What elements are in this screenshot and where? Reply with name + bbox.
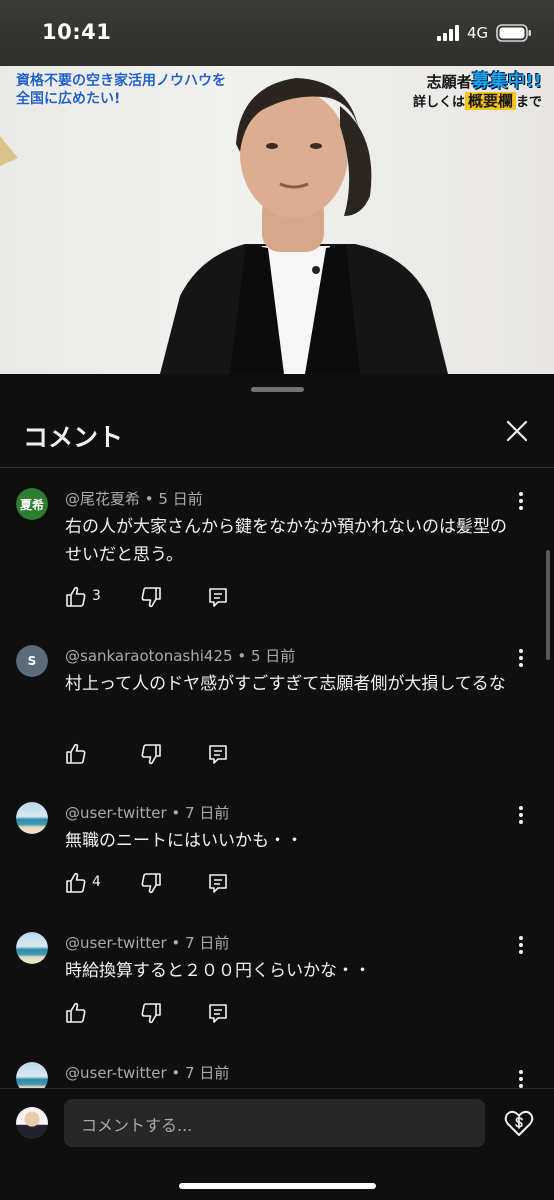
comment-author[interactable]: @尾花夏希 bbox=[65, 490, 140, 508]
avatar[interactable] bbox=[16, 802, 48, 834]
thumbs-down-icon bbox=[141, 873, 161, 894]
comment-meta: @sankaraotonashi425 • 5 日前 bbox=[65, 647, 296, 665]
comment-text: 右の人が大家さんから鍵をなかなか預かれないのは髪型のせいだと思う。 bbox=[65, 517, 507, 565]
avatar[interactable] bbox=[16, 932, 48, 964]
avatar-initials: S bbox=[16, 645, 48, 677]
recruit-prefix: 志願者 bbox=[426, 73, 472, 91]
comment-author[interactable]: @user-twitter bbox=[65, 934, 167, 952]
network-type: 4G bbox=[467, 24, 489, 42]
super-thanks-icon[interactable] bbox=[503, 1107, 535, 1139]
more-vert-icon[interactable] bbox=[511, 647, 531, 669]
recruit-highlight: 募集中!! bbox=[471, 71, 542, 92]
like-count: 4 bbox=[92, 874, 101, 890]
video-player[interactable]: 資格不要の空き家活用ノウハウを 全国に広めたい! 志願者募集中!! 詳しくは 概要… bbox=[0, 66, 554, 374]
recruit-line2-prefix: 詳しくは bbox=[412, 95, 465, 110]
reply-icon bbox=[209, 874, 227, 893]
recruit-line2-highlight: 概要欄 bbox=[464, 92, 516, 110]
comment-text: 村上って人のドヤ感がすごすぎて志願者側が大損してるな bbox=[65, 674, 506, 694]
more-vert-icon[interactable] bbox=[511, 934, 531, 956]
like-button[interactable] bbox=[65, 1002, 87, 1024]
avatar-image bbox=[16, 802, 48, 834]
comment-age: 7 日前 bbox=[185, 804, 230, 822]
comment-input[interactable]: コメントする... bbox=[64, 1099, 485, 1147]
comment-meta: @user-twitter • 7 日前 bbox=[65, 1064, 230, 1082]
dislike-button[interactable] bbox=[140, 1002, 162, 1024]
reply-button[interactable] bbox=[207, 872, 229, 894]
comment-age: 5 日前 bbox=[158, 490, 203, 508]
comment-meta: @user-twitter • 7 日前 bbox=[65, 804, 230, 822]
reply-icon bbox=[209, 745, 227, 764]
like-count: 3 bbox=[92, 588, 101, 604]
more-vert-icon[interactable] bbox=[511, 1068, 531, 1090]
comment-age: 7 日前 bbox=[185, 934, 230, 952]
reply-button[interactable] bbox=[207, 586, 229, 608]
comment-input-placeholder: コメントする... bbox=[81, 1116, 193, 1135]
thumbs-down-icon bbox=[141, 587, 161, 608]
avatar-image bbox=[16, 932, 48, 964]
dislike-button[interactable] bbox=[140, 872, 162, 894]
reply-button[interactable] bbox=[207, 743, 229, 765]
comment-meta: @user-twitter • 7 日前 bbox=[65, 934, 230, 952]
scrollbar[interactable] bbox=[546, 550, 550, 660]
comment-text: 時給換算すると２００円くらいかな・・ bbox=[65, 961, 371, 981]
thumbs-down-icon bbox=[141, 1003, 161, 1024]
avatar[interactable]: S bbox=[16, 645, 48, 677]
thumbs-down-icon bbox=[141, 744, 161, 765]
thumbs-up-icon bbox=[66, 586, 86, 607]
more-vert-icon[interactable] bbox=[511, 490, 531, 512]
user-avatar[interactable] bbox=[16, 1107, 48, 1139]
video-overlay-caption: 資格不要の空き家活用ノウハウを 全国に広めたい! bbox=[16, 72, 248, 108]
comment-author[interactable]: @user-twitter bbox=[65, 804, 167, 822]
thumbs-up-icon bbox=[66, 743, 86, 764]
video-person-illustration bbox=[0, 78, 448, 374]
home-indicator[interactable] bbox=[179, 1183, 376, 1189]
status-bar: 10:41 4G bbox=[0, 0, 554, 66]
more-vert-icon[interactable] bbox=[511, 804, 531, 826]
reply-button[interactable] bbox=[207, 1002, 229, 1024]
battery-icon bbox=[496, 24, 531, 42]
reply-icon bbox=[209, 1004, 227, 1023]
comment-age: 5 日前 bbox=[250, 647, 296, 665]
comment-age: 7 日前 bbox=[185, 1064, 230, 1082]
avatar-initials: 夏希 bbox=[16, 488, 48, 520]
thumbs-up-icon bbox=[66, 1002, 86, 1023]
status-time: 10:41 bbox=[42, 20, 112, 44]
overlay-caption-line1: 資格不要の空き家活用ノウハウを bbox=[16, 73, 226, 89]
dislike-button[interactable] bbox=[140, 743, 162, 765]
dislike-button[interactable] bbox=[140, 586, 162, 608]
comment-meta: @尾花夏希 • 5 日前 bbox=[65, 490, 203, 508]
close-icon[interactable] bbox=[500, 414, 534, 448]
like-button[interactable]: 3 bbox=[65, 586, 101, 608]
divider bbox=[0, 467, 554, 468]
avatar[interactable]: 夏希 bbox=[16, 488, 48, 520]
reply-icon bbox=[209, 588, 227, 607]
comment-author[interactable]: @sankaraotonashi425 bbox=[65, 647, 233, 665]
like-button[interactable] bbox=[65, 743, 87, 765]
drag-handle[interactable] bbox=[251, 387, 304, 392]
like-button[interactable]: 4 bbox=[65, 872, 101, 894]
signal-icon bbox=[437, 25, 459, 41]
video-overlay-recruit: 志願者募集中!! 詳しくは 概要欄 まで bbox=[413, 72, 542, 112]
sheet-title: コメント bbox=[23, 423, 124, 452]
comment-text: 無職のニートにはいいかも・・ bbox=[65, 831, 303, 851]
overlay-caption-line2: 全国に広めたい! bbox=[16, 91, 121, 107]
thumbs-up-icon bbox=[66, 872, 86, 893]
recruit-line2-suffix: まで bbox=[515, 95, 542, 110]
screen: 10:41 4G 資格不要の空き家活用ノウハウを 全国に広めたい! 志願者募集中… bbox=[0, 0, 554, 1200]
comment-author[interactable]: @user-twitter bbox=[65, 1064, 167, 1082]
